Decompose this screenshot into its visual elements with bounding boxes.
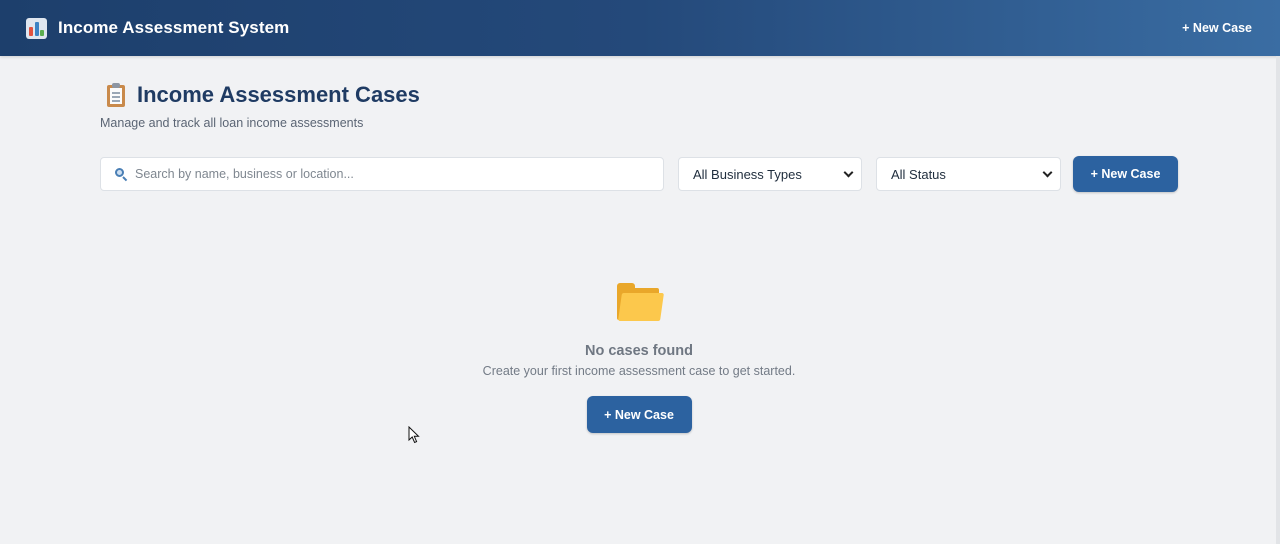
search-icon [114, 167, 128, 182]
filter-bar: All Business Types All Status + New Case [100, 156, 1178, 192]
chevron-down-icon [1042, 167, 1053, 177]
bar-chart-icon [26, 17, 47, 39]
page-subtitle: Manage and track all loan income assessm… [100, 116, 364, 130]
page-title: Income Assessment Cases [137, 82, 420, 107]
top-navbar: Income Assessment System + New Case [0, 0, 1280, 56]
new-case-button[interactable]: + New Case [1073, 156, 1178, 192]
business-type-select[interactable]: All Business Types [678, 157, 862, 191]
status-selected: All Status [891, 166, 946, 182]
chevron-down-icon [843, 167, 854, 177]
empty-state: No cases found Create your first income … [0, 280, 1278, 433]
brand[interactable]: Income Assessment System [26, 17, 290, 39]
app-title: Income Assessment System [58, 18, 290, 37]
status-select[interactable]: All Status [876, 157, 1061, 191]
clipboard-icon [105, 82, 127, 108]
business-type-selected: All Business Types [693, 166, 802, 182]
empty-state-new-case-button[interactable]: + New Case [586, 396, 692, 433]
folder-icon [616, 280, 664, 322]
search-box[interactable] [100, 157, 664, 191]
page-header: Income Assessment Cases Manage and track… [100, 82, 420, 130]
empty-state-title: No cases found [585, 343, 693, 359]
header-new-case-button[interactable]: + New Case [1182, 21, 1252, 35]
search-input[interactable] [135, 167, 663, 181]
mouse-cursor-icon [408, 426, 420, 444]
empty-state-message: Create your first income assessment case… [482, 364, 796, 378]
